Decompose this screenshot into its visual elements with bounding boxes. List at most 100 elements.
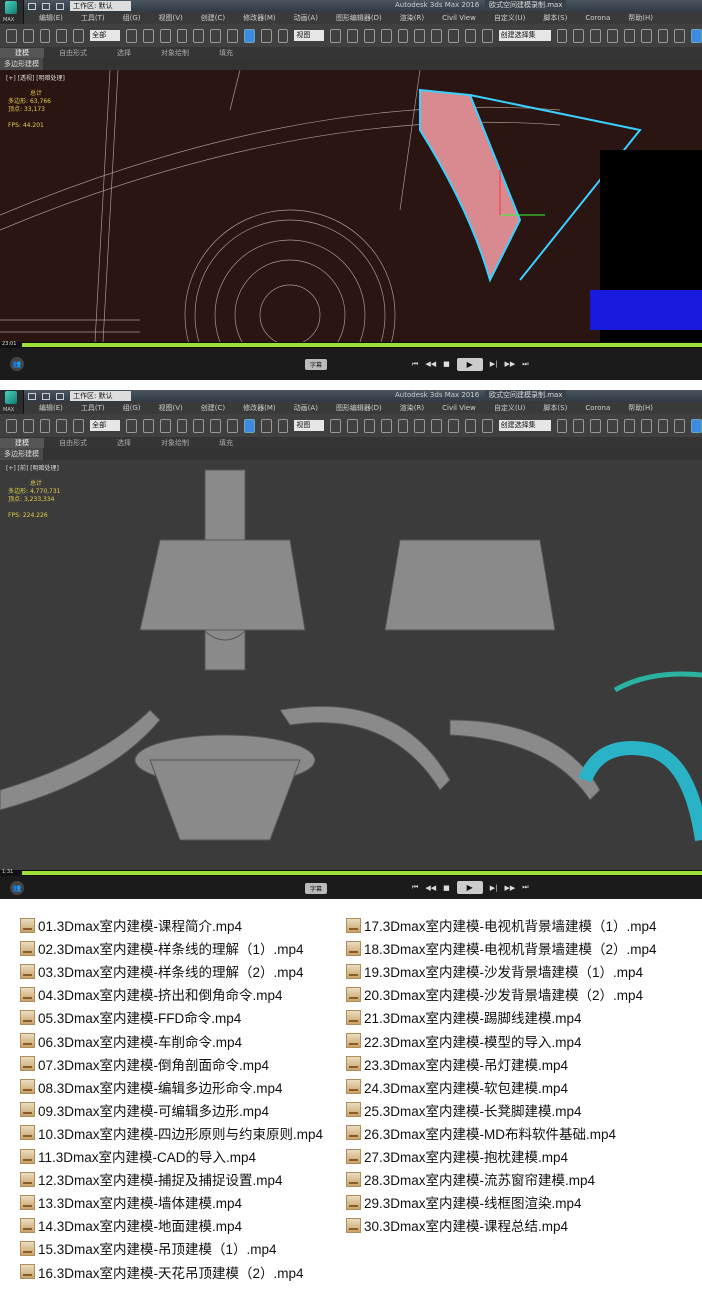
toolbar-button[interactable] [347, 28, 358, 43]
player-button[interactable]: ◀◀ [425, 360, 436, 368]
menu-item[interactable]: 自定义(U) [485, 403, 535, 413]
toolbar-button[interactable] [176, 418, 188, 433]
toolbar-button[interactable] [464, 28, 476, 43]
toolbar-button[interactable] [227, 28, 238, 43]
file-item[interactable]: 08.3Dmax室内建模-编辑多边形命令.mp4 [20, 1077, 283, 1097]
file-item[interactable]: 06.3Dmax室内建模-车削命令.mp4 [20, 1031, 242, 1051]
new-icon[interactable] [28, 392, 36, 400]
selection-filter-dropdown[interactable]: 全部 [90, 30, 121, 41]
player-button[interactable]: ⏮ [412, 883, 418, 892]
player-button[interactable]: ▶| [490, 884, 498, 892]
toolbar-button[interactable] [73, 418, 85, 433]
workspace-dropdown[interactable]: 工作区: 默认 [70, 1, 131, 11]
menu-item[interactable]: 自定义(U) [485, 13, 535, 23]
toolbar-button[interactable] [640, 28, 652, 43]
ribbon-tab[interactable]: 自由形式 [44, 438, 102, 448]
file-item[interactable]: 28.3Dmax室内建模-流苏窗帘建模.mp4 [346, 1169, 595, 1189]
toolbar-button[interactable] [590, 28, 602, 43]
file-item[interactable]: 25.3Dmax室内建模-长凳脚建模.mp4 [346, 1100, 582, 1120]
menu-item[interactable]: 修改器(M) [234, 13, 285, 23]
menu-item[interactable]: 组(G) [114, 13, 150, 23]
toolbar-button[interactable] [22, 418, 34, 433]
toolbar-button[interactable] [22, 28, 34, 43]
toolbar-button[interactable] [481, 28, 493, 43]
file-item[interactable]: 03.3Dmax室内建模-样条线的理解（2）.mp4 [20, 961, 304, 981]
menu-item[interactable]: 动画(A) [285, 13, 327, 23]
selection-set-dropdown[interactable]: 创建选择集 [498, 30, 551, 41]
file-item[interactable]: 20.3Dmax室内建模-沙发背景墙建模（2）.mp4 [346, 984, 643, 1004]
menu-item[interactable]: Corona [576, 404, 619, 412]
ribbon-tab[interactable]: 建模 [0, 47, 44, 58]
viewport[interactable]: [+] [透视] [明暗处理] 总计 多边形: 63,766 顶点: 33,17… [0, 70, 702, 342]
app-logo[interactable]: MAX [0, 0, 24, 24]
toolbar-button[interactable] [623, 28, 635, 43]
workspace-dropdown[interactable]: 工作区: 默认 [70, 391, 131, 401]
toolbar-button[interactable] [414, 418, 426, 433]
ribbon-tab[interactable]: 对象绘制 [146, 48, 204, 58]
toolbar-button[interactable] [126, 418, 137, 433]
toolbar-button[interactable] [691, 28, 702, 43]
file-item[interactable]: 23.3Dmax室内建模-吊灯建模.mp4 [346, 1054, 568, 1074]
toolbar-button[interactable] [142, 28, 154, 43]
file-item[interactable]: 18.3Dmax室内建模-电视机背景墙建模（2）.mp4 [346, 938, 657, 958]
menu-item[interactable]: 脚本(S) [534, 13, 576, 23]
file-item[interactable]: 13.3Dmax室内建模-墙体建模.mp4 [20, 1192, 242, 1212]
file-item[interactable]: 21.3Dmax室内建模-踢脚线建模.mp4 [346, 1007, 582, 1027]
viewport-label[interactable]: [+] [前] [明暗处理] [6, 463, 59, 472]
file-item[interactable]: 19.3Dmax室内建模-沙发背景墙建模（1）.mp4 [346, 961, 643, 981]
open-icon[interactable] [42, 2, 50, 10]
toolbar-button[interactable] [159, 418, 171, 433]
menu-item[interactable]: 渲染(R) [391, 403, 433, 413]
toolbar-button[interactable] [414, 28, 426, 43]
menu-item[interactable]: 工具(T) [72, 13, 114, 23]
toolbar-button[interactable] [573, 418, 585, 433]
toolbar-button[interactable] [623, 418, 635, 433]
menu-item[interactable]: Civil View [433, 404, 485, 412]
toolbar-button[interactable] [657, 418, 669, 433]
menu-item[interactable]: 图形编辑器(D) [327, 13, 391, 23]
toolbar-button[interactable] [243, 28, 255, 43]
file-item[interactable]: 24.3Dmax室内建模-软包建模.mp4 [346, 1077, 568, 1097]
file-item[interactable]: 22.3Dmax室内建模-模型的导入.mp4 [346, 1031, 582, 1051]
toolbar-button[interactable] [159, 28, 171, 43]
toolbar-button[interactable] [73, 28, 85, 43]
viewport[interactable]: [+] [前] [明暗处理] 总计 多边形: 4,770,731 顶点: 3,2… [0, 460, 702, 870]
polygon-modeling-tab[interactable]: 多边形建模 [0, 448, 43, 460]
toolbar-button[interactable] [243, 418, 255, 433]
menu-item[interactable]: 修改器(M) [234, 403, 285, 413]
menu-item[interactable]: 创建(C) [192, 403, 234, 413]
player-button[interactable]: ▶| [490, 360, 498, 368]
toolbar-button[interactable] [6, 28, 17, 43]
toolbar-button[interactable] [56, 418, 68, 433]
toolbar-button[interactable] [380, 418, 392, 433]
polygon-modeling-tab[interactable]: 多边形建模 [0, 58, 43, 70]
toolbar-button[interactable] [464, 418, 476, 433]
player-button[interactable]: ◀◀ [425, 884, 436, 892]
menu-item[interactable]: 帮助(H) [619, 13, 662, 23]
toolbar-button[interactable] [691, 418, 702, 433]
selection-filter-dropdown[interactable]: 全部 [90, 420, 121, 431]
file-item[interactable]: 04.3Dmax室内建模-挤出和倒角命令.mp4 [20, 984, 283, 1004]
toolbar-button[interactable] [330, 418, 342, 433]
file-item[interactable]: 16.3Dmax室内建模-天花吊顶建模（2）.mp4 [20, 1262, 304, 1282]
ribbon-tab[interactable]: 填充 [204, 48, 248, 58]
file-item[interactable]: 07.3Dmax室内建模-倒角剖面命令.mp4 [20, 1054, 269, 1074]
toolbar-button[interactable] [397, 28, 409, 43]
toolbar-button[interactable] [6, 418, 17, 433]
ribbon-tab[interactable]: 自由形式 [44, 48, 102, 58]
player-button[interactable]: ⏭ [522, 883, 528, 892]
toolbar-button[interactable] [126, 28, 137, 43]
player-button[interactable]: ⏮ [412, 360, 418, 369]
reference-coord-dropdown[interactable]: 视图 [294, 30, 325, 41]
ribbon-tab[interactable]: 选择 [102, 438, 146, 448]
player-button[interactable]: ⏭ [522, 360, 528, 369]
ribbon-tab[interactable]: 选择 [102, 48, 146, 58]
selection-set-dropdown[interactable]: 创建选择集 [498, 420, 551, 431]
toolbar-button[interactable] [556, 418, 568, 433]
file-item[interactable]: 26.3Dmax室内建模-MD布料软件基础.mp4 [346, 1123, 616, 1143]
toolbar-button[interactable] [657, 28, 669, 43]
file-item[interactable]: 11.3Dmax室内建模-CAD的导入.mp4 [20, 1146, 256, 1166]
file-item[interactable]: 30.3Dmax室内建模-课程总结.mp4 [346, 1215, 568, 1235]
user-icon[interactable]: 👥 [10, 880, 24, 895]
toolbar-button[interactable] [176, 28, 188, 43]
